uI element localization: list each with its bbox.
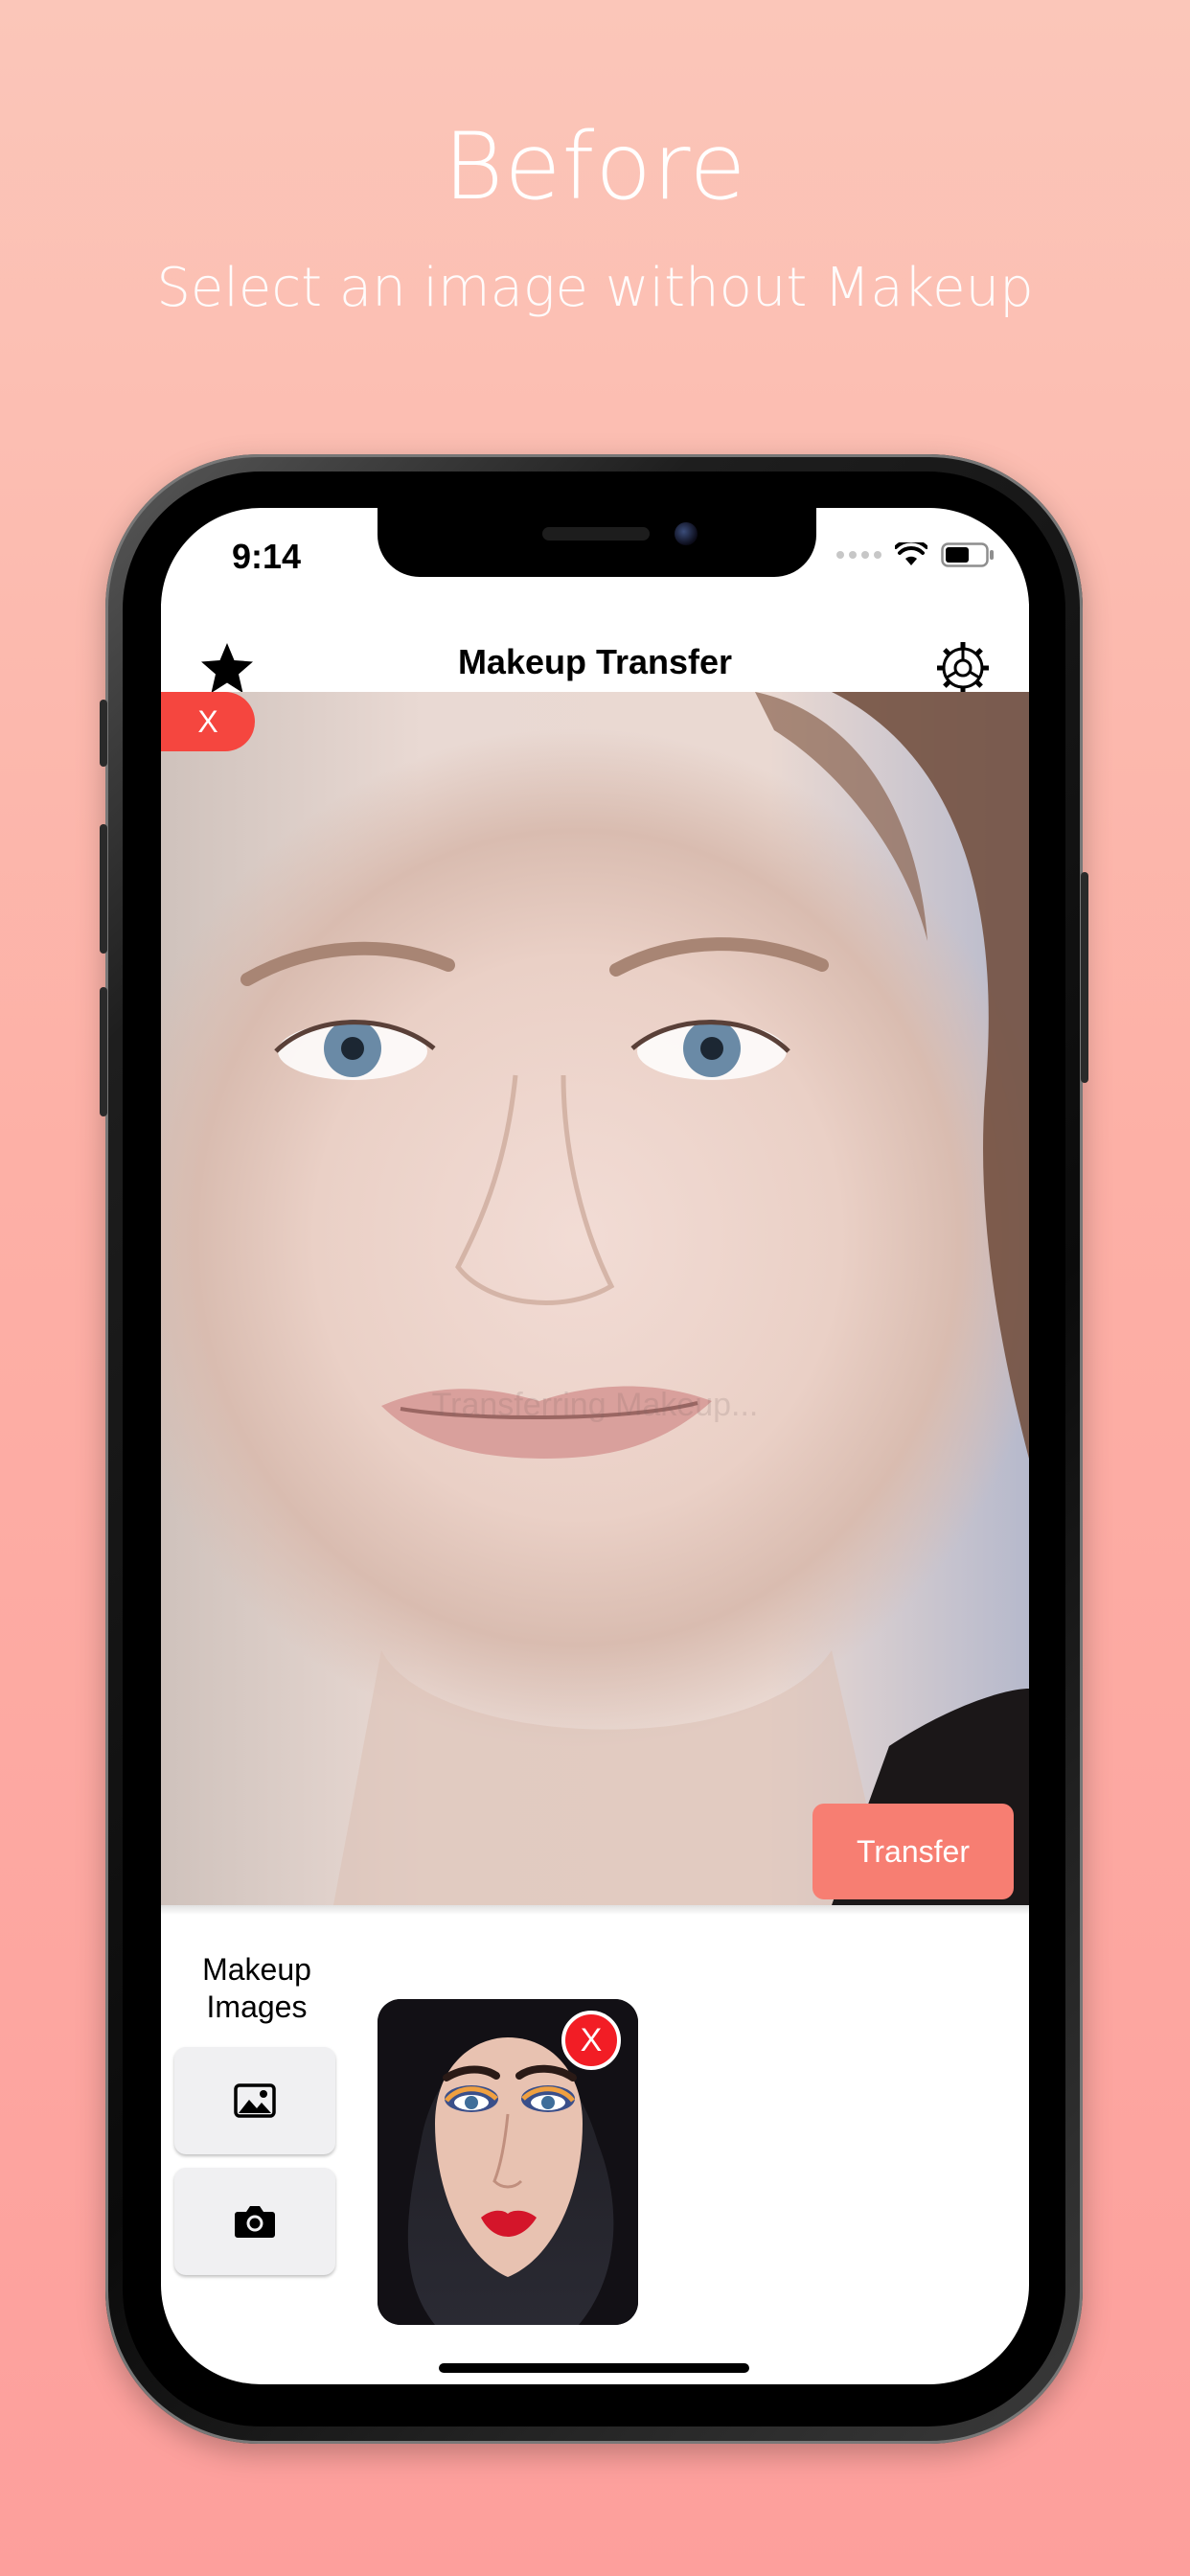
home-indicator (439, 2363, 749, 2373)
gear-icon[interactable] (935, 640, 991, 696)
camera-button[interactable] (174, 2168, 335, 2275)
phone-screen: 9:14 Makeup Transfer Transferring Makeup… (161, 508, 1029, 2384)
photo-library-icon (234, 2083, 276, 2118)
signal-icon (836, 551, 881, 559)
phone-side-button (100, 700, 107, 767)
clear-photo-button[interactable]: X (161, 692, 255, 751)
photo-library-button[interactable] (174, 2047, 335, 2154)
phone-power-button (1081, 872, 1088, 1083)
panel-shadow (161, 1905, 1029, 1915)
hero-title: Before (443, 113, 747, 220)
progress-overlay-text: Transferring Makeup... (431, 1387, 759, 1423)
phone-volume-down-button (100, 987, 107, 1116)
page-title: Makeup Transfer (457, 642, 733, 681)
camera-icon (235, 2206, 275, 2238)
wifi-icon (895, 542, 927, 565)
face-illustration (240, 692, 1029, 1905)
battery-icon (941, 542, 994, 567)
makeup-images-label: Makeup Images (202, 1952, 311, 2024)
status-icons (836, 540, 995, 569)
hero-subtitle: Select an image without Makeup (156, 257, 1034, 319)
remove-makeup-image-button[interactable]: X (561, 2011, 621, 2070)
transfer-button[interactable]: Transfer (812, 1804, 1014, 1899)
status-time: 9:14 (232, 537, 302, 576)
phone-volume-up-button (100, 824, 107, 954)
source-photo: Transferring Makeup... X Transfer (161, 692, 1029, 1905)
notch (378, 508, 816, 577)
